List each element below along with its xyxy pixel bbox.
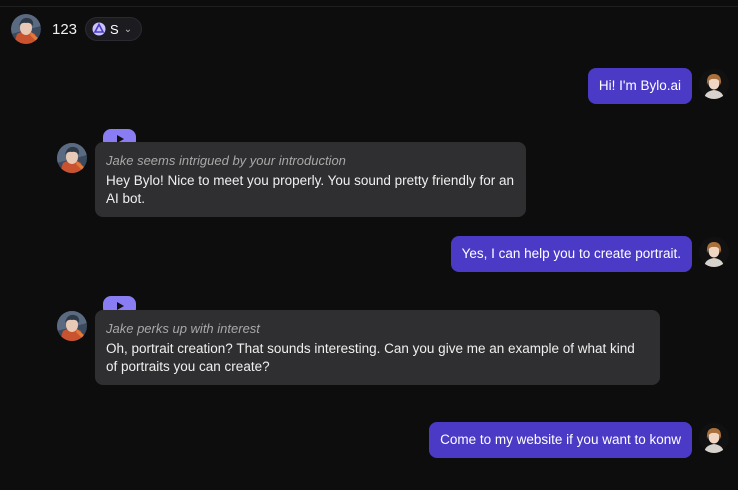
bot-message: Jake perks up with interest Oh, portrait…	[95, 310, 660, 385]
bot-action-text: Jake seems intrigued by your introductio…	[106, 153, 346, 168]
bot-message: Jake seems intrigued by your introductio…	[95, 142, 526, 217]
user-message: Come to my website if you want to konw	[429, 422, 692, 458]
bot-avatar	[57, 143, 87, 173]
model-logo-icon	[92, 22, 106, 36]
user-message: Yes, I can help you to create portrait.	[450, 236, 692, 272]
top-divider	[0, 6, 738, 7]
bot-avatar	[57, 311, 87, 341]
bot-message-text: Hey Bylo! Nice to meet you properly. You…	[106, 173, 514, 206]
character-avatar[interactable]	[11, 14, 41, 44]
user-avatar	[699, 423, 729, 453]
model-label: S	[110, 21, 119, 37]
character-name: 123	[52, 20, 78, 38]
model-selector[interactable]: S ⌄	[85, 17, 143, 41]
play-icon	[117, 302, 124, 310]
user-avatar	[699, 237, 729, 267]
chat-header: 123 S ⌄	[11, 14, 143, 44]
bot-message-text: Oh, portrait creation? That sounds inter…	[106, 341, 635, 374]
bot-action-text: Jake perks up with interest	[106, 321, 260, 336]
user-message: Hi! I'm Bylo.ai	[587, 68, 692, 104]
chevron-down-icon: ⌄	[123, 23, 133, 35]
user-avatar	[699, 69, 729, 99]
